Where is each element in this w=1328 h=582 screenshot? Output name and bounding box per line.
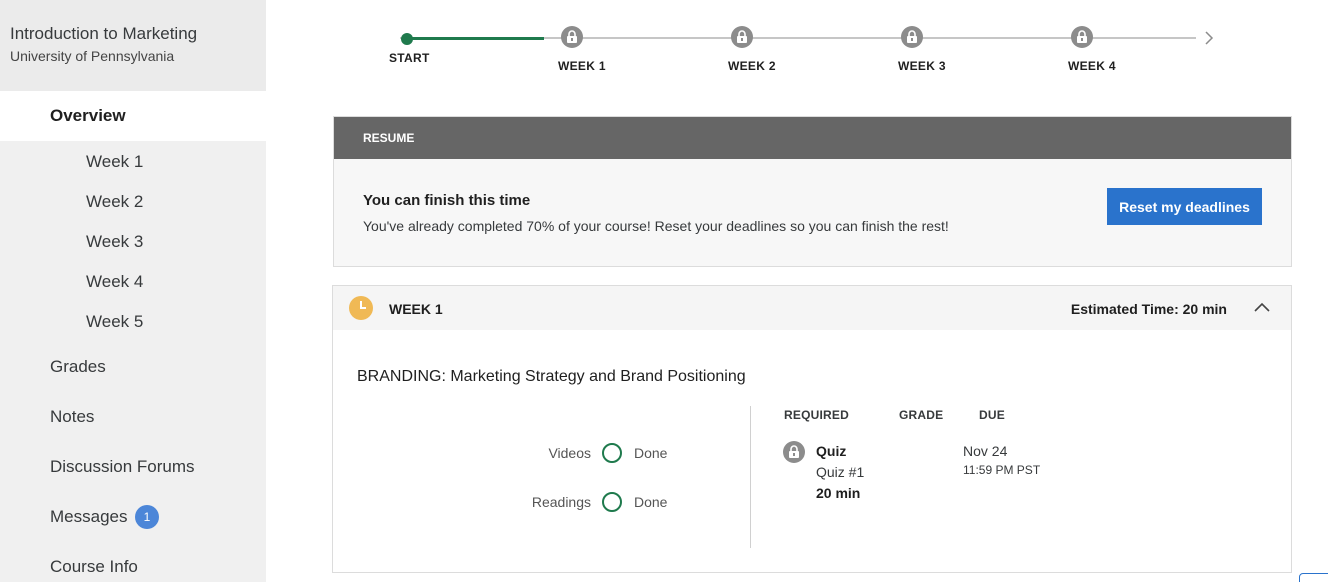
clock-icon	[349, 296, 373, 320]
column-header-required: REQUIRED	[784, 408, 849, 422]
activity-label-readings: Readings	[531, 494, 591, 510]
assignment-type[interactable]: Quiz	[816, 443, 846, 459]
sidebar-item-week-4[interactable]: Week 4	[86, 272, 143, 292]
help-widget[interactable]	[1299, 573, 1328, 582]
chevron-right-icon[interactable]	[1201, 28, 1217, 48]
progress-week-2-label[interactable]: WEEK 2	[728, 59, 776, 73]
progress-track-completed	[408, 37, 544, 40]
resume-title: You can finish this time	[363, 192, 531, 209]
sidebar-item-messages[interactable]: Messages	[50, 507, 127, 527]
week-title: WEEK 1	[389, 301, 443, 317]
sidebar-item-week-5[interactable]: Week 5	[86, 312, 143, 332]
sidebar-item-week-1[interactable]: Week 1	[86, 152, 143, 172]
reset-deadlines-button[interactable]: Reset my deadlines	[1107, 188, 1262, 225]
lock-icon	[561, 26, 583, 48]
progress-week-1-label[interactable]: WEEK 1	[558, 59, 606, 73]
sidebar: Introduction to Marketing University of …	[0, 0, 266, 582]
lock-icon	[901, 26, 923, 48]
column-header-due: DUE	[979, 408, 1005, 422]
sidebar-item-week-2[interactable]: Week 2	[86, 192, 143, 212]
estimated-time: Estimated Time: 20 min	[1070, 301, 1227, 317]
due-time: 11:59 PM PST	[963, 463, 1041, 477]
sidebar-item-overview[interactable]: Overview	[0, 91, 266, 141]
column-divider	[750, 406, 751, 548]
week-header[interactable]: WEEK 1 Estimated Time: 20 min	[333, 286, 1291, 330]
lock-icon	[731, 26, 753, 48]
assignment-duration: 20 min	[816, 485, 861, 501]
due-date: Nov 24	[963, 443, 1008, 459]
sidebar-item-course-info[interactable]: Course Info	[50, 557, 138, 577]
week-panel: WEEK 1 Estimated Time: 20 min BRANDING: …	[332, 285, 1292, 573]
messages-badge: 1	[135, 505, 159, 529]
resume-panel: RESUME You can finish this time You've a…	[333, 116, 1292, 267]
assignment-name[interactable]: Quiz #1	[816, 464, 864, 480]
sidebar-item-week-3[interactable]: Week 3	[86, 232, 143, 252]
course-title[interactable]: Introduction to Marketing	[10, 23, 266, 45]
resume-header: RESUME	[334, 117, 1291, 159]
course-header: Introduction to Marketing University of …	[0, 0, 266, 91]
sidebar-item-notes[interactable]: Notes	[50, 407, 94, 427]
activity-label-videos: Videos	[548, 445, 591, 461]
activity-status-readings: Done	[634, 494, 668, 510]
resume-header-label: RESUME	[363, 131, 415, 145]
progress-week-3-label[interactable]: WEEK 3	[898, 59, 946, 73]
sidebar-item-discussion-forums[interactable]: Discussion Forums	[50, 457, 195, 477]
course-university: University of Pennsylvania	[10, 48, 175, 64]
column-header-grade: GRADE	[899, 408, 944, 422]
activity-status-videos: Done	[634, 445, 668, 461]
progress-week-4-label[interactable]: WEEK 4	[1068, 59, 1116, 73]
sidebar-item-label: Overview	[50, 106, 126, 125]
lock-icon	[783, 441, 805, 463]
sidebar-item-grades[interactable]: Grades	[50, 357, 106, 377]
course-page: Introduction to Marketing University of …	[0, 0, 1328, 582]
start-marker	[401, 33, 413, 45]
readings-status-circle	[602, 492, 622, 512]
lock-icon	[1071, 26, 1093, 48]
lesson-title[interactable]: BRANDING: Marketing Strategy and Brand P…	[357, 368, 746, 386]
resume-message: You've already completed 70% of your cou…	[363, 218, 949, 234]
progress-start-label: START	[389, 51, 430, 65]
chevron-up-icon[interactable]	[1253, 300, 1271, 314]
videos-status-circle	[602, 443, 622, 463]
